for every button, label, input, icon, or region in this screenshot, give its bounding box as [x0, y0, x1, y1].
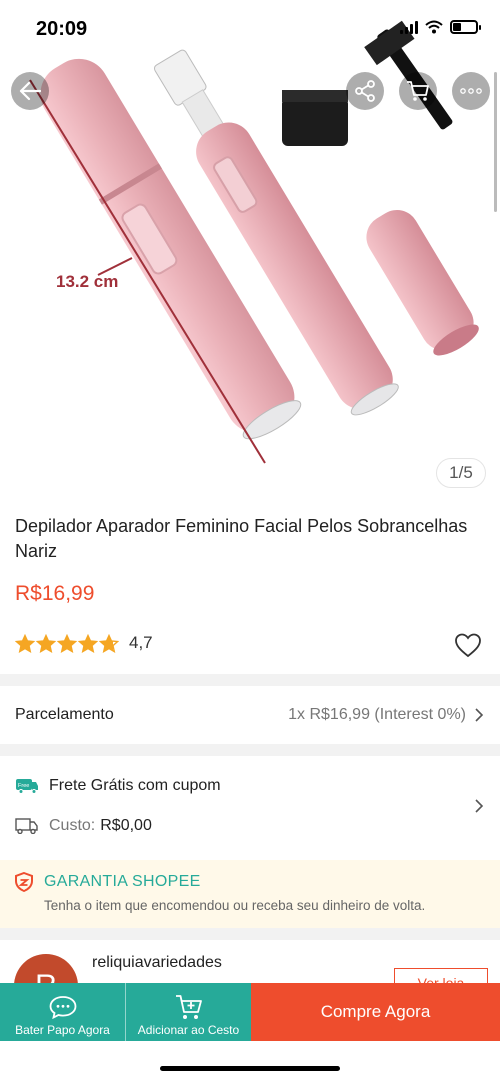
scroll-indicator — [494, 72, 497, 212]
free-shipping-icon: Free — [16, 779, 38, 794]
bottom-action-bar: Bater Papo Agora Adicionar ao Cesto Comp… — [0, 983, 500, 1041]
guarantee-banner[interactable] — [0, 860, 500, 928]
chat-button[interactable]: Bater Papo Agora — [0, 983, 125, 1041]
cart-icon — [407, 81, 429, 101]
shop-name[interactable]: reliquiavariedades — [92, 954, 222, 972]
rating-value: 4,7 — [129, 633, 153, 652]
guarantee-subtitle: Tenha o item que encomendou ou receba se… — [44, 898, 426, 913]
favorite-button[interactable] — [454, 632, 482, 663]
shipping-row[interactable] — [0, 756, 500, 856]
chevron-right-icon — [475, 799, 484, 813]
status-bar: 20:09 — [0, 0, 500, 50]
share-button[interactable] — [346, 72, 384, 110]
more-icon — [460, 88, 482, 94]
star-icon — [99, 633, 119, 653]
installments-value: 1x R$16,99 (Interest 0%) — [288, 706, 466, 723]
status-time: 20:09 — [36, 18, 88, 40]
truck-icon — [15, 818, 38, 834]
buy-now-button[interactable]: Compre Agora — [251, 983, 500, 1041]
shipping-cost-line: Custo: R$0,00 — [15, 817, 152, 835]
measurement-label: 13.2 cm — [56, 272, 119, 291]
rating-stars — [15, 633, 119, 653]
star-icon — [15, 633, 35, 653]
star-icon — [78, 633, 98, 653]
battery-level — [453, 23, 461, 31]
free-shipping-line: Free Frete Grátis com cupom — [15, 777, 221, 795]
free-shipping-text: Frete Grátis com cupom — [49, 777, 221, 794]
home-indicator — [160, 1066, 340, 1071]
share-icon — [355, 80, 375, 102]
chat-icon — [49, 996, 76, 1020]
heart-icon — [455, 633, 481, 658]
shield-icon — [15, 872, 33, 892]
wifi-icon — [425, 20, 443, 34]
shipping-cost-value: R$0,00 — [100, 817, 152, 834]
section-divider — [0, 674, 500, 686]
chat-label: Bater Papo Agora — [15, 1023, 110, 1037]
add-to-cart-label: Adicionar ao Cesto — [137, 1023, 240, 1037]
add-to-cart-button[interactable]: Adicionar ao Cesto — [125, 983, 251, 1041]
status-icons — [400, 20, 481, 34]
shipping-cost-label: Custo: — [49, 817, 96, 834]
cart-button[interactable] — [399, 72, 437, 110]
product-price: R$16,99 — [15, 582, 95, 605]
star-icon — [57, 633, 77, 653]
image-counter: 1/5 — [436, 458, 486, 488]
back-button[interactable] — [11, 72, 49, 110]
chevron-right-icon — [475, 708, 484, 722]
back-arrow-icon — [19, 81, 41, 101]
guarantee-title: GARANTIA SHOPEE — [44, 873, 201, 890]
star-icon — [36, 633, 56, 653]
product-title: Depilador Aparador Feminino Facial Pelos… — [15, 516, 468, 561]
rating-row[interactable]: 4,7 — [15, 633, 153, 653]
more-button[interactable] — [452, 72, 490, 110]
battery-icon — [450, 20, 481, 34]
svg-text:Free: Free — [18, 783, 29, 789]
section-divider — [0, 928, 500, 940]
signal-icon — [400, 20, 418, 34]
add-to-cart-icon — [175, 995, 202, 1019]
installments-label: Parcelamento — [15, 706, 114, 723]
section-divider — [0, 744, 500, 756]
